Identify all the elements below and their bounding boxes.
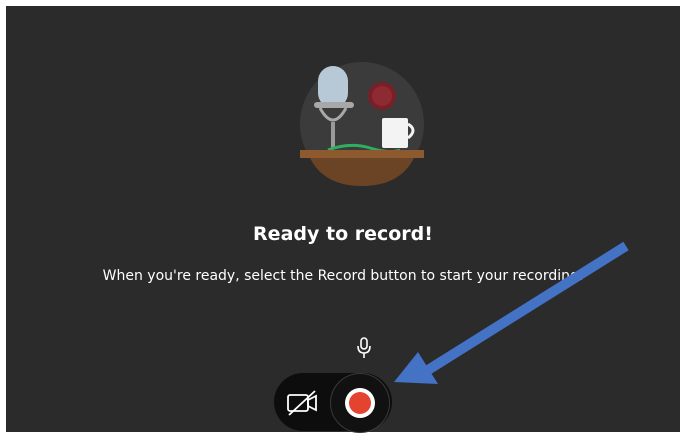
microphone-icon[interactable] <box>354 337 374 359</box>
podcast-desk-illustration <box>300 62 424 186</box>
recording-panel: Ready to record! When you're ready, sele… <box>6 6 680 433</box>
record-button[interactable] <box>330 373 390 433</box>
record-dot <box>349 392 371 414</box>
record-icon <box>345 388 375 418</box>
camera-off-icon[interactable] <box>285 387 321 419</box>
page-title: Ready to record! <box>253 223 433 245</box>
instruction-text: When you're ready, select the Record but… <box>102 268 584 284</box>
